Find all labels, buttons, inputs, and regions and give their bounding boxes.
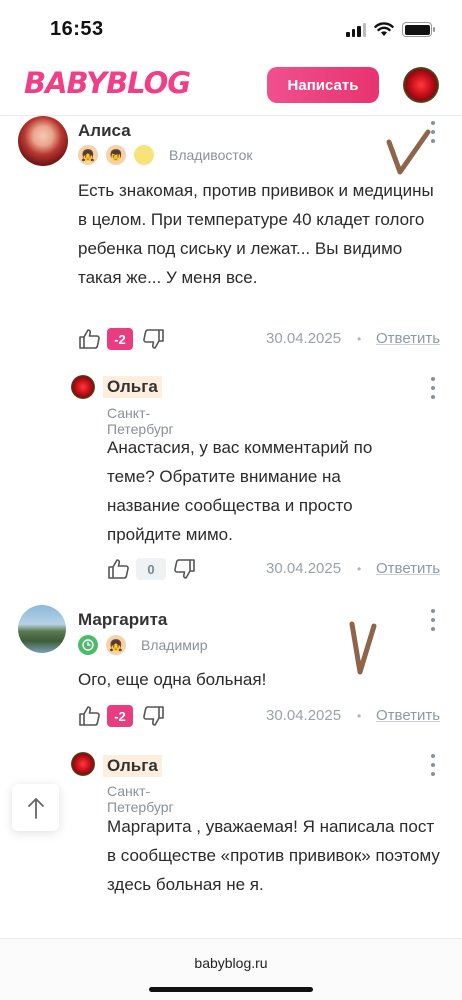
thumb-up-icon[interactable] <box>78 704 102 728</box>
thumb-down-icon[interactable] <box>172 557 196 581</box>
thumb-down-icon[interactable] <box>141 327 165 351</box>
comment-city: Санкт-Петербург <box>107 783 174 815</box>
avatar[interactable] <box>18 116 68 166</box>
comment-date: 30.04.2025 <box>266 330 342 347</box>
address-bar-url[interactable]: babyblog.ru <box>0 955 462 971</box>
thumb-up-icon[interactable] <box>78 327 102 351</box>
wifi-icon <box>374 22 394 36</box>
comment-author[interactable]: Ольга <box>103 755 162 777</box>
reply-link[interactable]: Ответить <box>376 330 440 347</box>
browser-bottom-bar: babyblog.ru <box>0 938 462 1000</box>
home-indicator[interactable] <box>149 987 313 992</box>
separator-dot: • <box>357 562 362 576</box>
baby-boy-badge-icon: 👦 <box>106 145 126 165</box>
battery-icon <box>402 22 435 37</box>
reply-link[interactable]: Ответить <box>376 560 440 577</box>
reply-link[interactable]: Ответить <box>376 707 440 724</box>
comment-city: Владимир <box>141 637 208 653</box>
clock-badge-icon <box>78 635 98 655</box>
status-time: 16:53 <box>50 18 104 40</box>
mention-link[interactable]: Маргарита <box>107 817 192 836</box>
comment-date: 30.04.2025 <box>266 707 342 724</box>
more-dots-icon[interactable] <box>430 754 436 776</box>
checkmark-sticker <box>386 129 431 175</box>
avatar[interactable] <box>71 752 95 776</box>
comment-text: Есть знакомая, против прививок и медицин… <box>78 181 434 287</box>
mention-link[interactable]: Анастасия <box>107 438 190 457</box>
scroll-to-top-button[interactable] <box>12 784 59 831</box>
write-post-button[interactable]: Написать <box>267 67 379 103</box>
thumb-up-icon[interactable] <box>107 557 131 581</box>
user-avatar[interactable] <box>403 67 439 103</box>
comment-city: Владивосток <box>169 147 253 163</box>
site-header: BABYBLOG Написать <box>0 58 462 116</box>
status-bar: 16:53 <box>0 0 462 58</box>
separator-dot: • <box>357 332 362 346</box>
site-logo[interactable]: BABYBLOG <box>24 66 191 100</box>
coin-badge-icon <box>134 145 154 165</box>
comment-text: Анастасия, у вас комментарий по теме? Об… <box>107 438 373 544</box>
arrow-up-icon <box>27 797 44 819</box>
separator-dot: • <box>357 709 362 723</box>
thumb-down-icon[interactable] <box>141 704 165 728</box>
comment-text: Ого, еще одна больная! <box>78 670 267 689</box>
more-dots-icon[interactable] <box>430 609 436 631</box>
baby-girl-badge-icon: 👧 <box>106 635 126 655</box>
signal-icon <box>346 22 366 37</box>
status-icons <box>346 22 435 37</box>
baby-girl-badge-icon: 👧 <box>78 145 98 165</box>
avatar[interactable] <box>18 605 66 653</box>
more-dots-icon[interactable] <box>430 377 436 399</box>
comment-author[interactable]: Алиса <box>78 121 131 141</box>
comment-score: -2 <box>107 328 133 350</box>
comment-author[interactable]: Ольга <box>103 376 162 398</box>
comment-score: -2 <box>107 705 133 727</box>
comment-date: 30.04.2025 <box>266 560 342 577</box>
comment-score: 0 <box>136 558 166 580</box>
comment-author[interactable]: Маргарита <box>78 610 167 630</box>
comment-text: Маргарита , уважаемая! Я написала пост в… <box>107 817 440 894</box>
avatar[interactable] <box>71 375 95 399</box>
